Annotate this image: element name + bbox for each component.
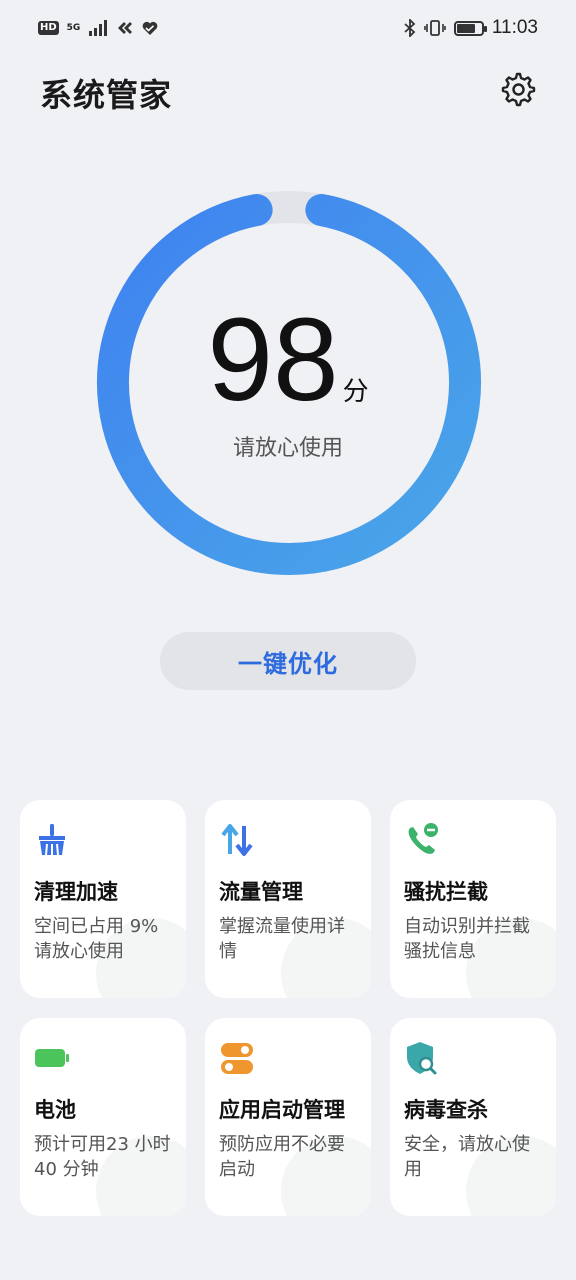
card-desc: 空间已占用 9% 请放心使用: [34, 916, 159, 962]
vibrate-icon: [424, 20, 446, 36]
network-label: 5G: [66, 22, 81, 33]
status-left: HD 5G: [38, 20, 158, 36]
settings-button[interactable]: [498, 70, 538, 110]
card-desc: 自动识别并拦截骚扰信息: [404, 916, 530, 962]
health-heart-icon: [142, 21, 158, 35]
gear-icon: [501, 72, 536, 107]
battery-status-icon: [453, 20, 487, 36]
page-title: 系统管家: [40, 76, 173, 114]
card-title: 流量管理: [219, 880, 303, 904]
broom-icon: [39, 824, 65, 856]
score-number: 98: [207, 294, 339, 426]
card-app-launch[interactable]: 应用启动管理 预防应用不必要启动: [205, 1018, 371, 1216]
phone-block-icon: [408, 823, 438, 854]
toggle-switch-icon: [221, 1043, 253, 1074]
card-title: 清理加速: [34, 880, 118, 904]
card-title: 病毒查杀: [404, 1098, 488, 1122]
traffic-arrows-icon: [221, 824, 253, 856]
score-message: 请放心使用: [232, 436, 343, 461]
card-title: 骚扰拦截: [404, 880, 488, 904]
status-bar: HD 5G 11:03: [0, 0, 576, 56]
card-desc: 预防应用不必要启动: [219, 1134, 345, 1180]
card-desc: 预计可用23 小时 40 分钟: [34, 1134, 171, 1180]
hotspot-icon: [118, 22, 133, 34]
card-desc: 安全，请放心使用: [404, 1134, 530, 1180]
card-virus-scan[interactable]: 病毒查杀 安全，请放心使用: [390, 1018, 556, 1216]
card-harassment-block[interactable]: 骚扰拦截 自动识别并拦截骚扰信息: [390, 800, 556, 998]
card-traffic[interactable]: 流量管理 掌握流量使用详情: [205, 800, 371, 998]
clock: 11:03: [491, 17, 538, 38]
card-cleanup[interactable]: 清理加速 空间已占用 9% 请放心使用: [20, 800, 186, 998]
card-title: 电池: [34, 1098, 76, 1122]
battery-icon: [35, 1049, 69, 1067]
score-unit: 分: [342, 377, 369, 407]
status-right: 11:03: [404, 17, 538, 39]
one-click-optimize-button[interactable]: 一键优化: [160, 632, 416, 690]
card-title: 应用启动管理: [219, 1098, 345, 1122]
signal-icon: [89, 20, 108, 36]
hd-badge: HD: [38, 21, 59, 35]
shield-search-icon: [407, 1042, 437, 1075]
bluetooth-icon: [404, 19, 416, 37]
card-desc: 掌握流量使用详情: [219, 916, 345, 962]
card-battery[interactable]: 电池 预计可用23 小时 40 分钟: [20, 1018, 186, 1216]
